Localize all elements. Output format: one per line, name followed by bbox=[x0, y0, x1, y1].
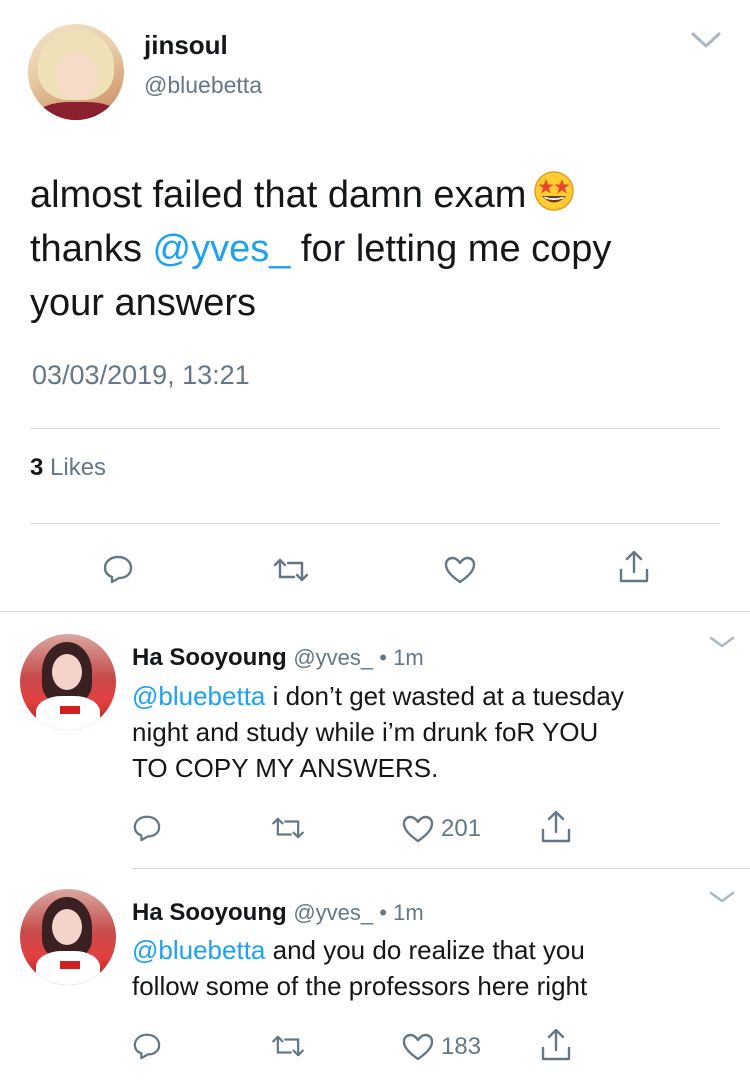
relative-time: 1m bbox=[393, 900, 424, 925]
chevron-down-icon[interactable] bbox=[690, 30, 722, 50]
reply-tweet[interactable]: Ha Sooyoung @yves_ • 1m @bluebetta i don… bbox=[0, 612, 750, 869]
timestamp: 03/03/2019, 13:21 bbox=[32, 360, 250, 390]
reply-header: Ha Sooyoung @yves_ • 1m bbox=[132, 644, 424, 672]
retweet-icon[interactable] bbox=[270, 1034, 306, 1058]
star-struck-emoji-icon bbox=[534, 171, 575, 211]
reply-header: Ha Sooyoung @yves_ • 1m bbox=[132, 899, 424, 927]
reply-icon[interactable] bbox=[132, 1032, 162, 1060]
mention-link[interactable]: @bluebetta bbox=[132, 935, 265, 965]
display-name[interactable]: jinsoul bbox=[144, 30, 228, 61]
divider bbox=[30, 428, 720, 429]
tweet-text-line: almost failed that damn exam bbox=[30, 174, 527, 216]
tweet-text-line: thanks bbox=[30, 228, 153, 270]
tweet-text-line: your answers bbox=[30, 282, 256, 324]
like-icon[interactable] bbox=[402, 814, 434, 844]
reply-text-line: night and study while i’m drunk foR YOU bbox=[132, 717, 599, 747]
avatar[interactable] bbox=[20, 634, 116, 730]
chevron-down-icon[interactable] bbox=[708, 889, 736, 905]
reply-text-line: follow some of the professors here right bbox=[132, 971, 588, 1001]
reply-icon[interactable] bbox=[132, 814, 162, 842]
separator: • bbox=[373, 645, 394, 670]
separator: • bbox=[373, 900, 394, 925]
share-icon[interactable] bbox=[540, 810, 572, 844]
user-handle[interactable]: @yves_ bbox=[293, 645, 373, 670]
reply-text-line: and you do realize that you bbox=[265, 935, 585, 965]
user-handle[interactable]: @yves_ bbox=[293, 900, 373, 925]
reply-text: @bluebetta i don’t get wasted at a tuesd… bbox=[132, 678, 732, 786]
avatar[interactable] bbox=[20, 889, 116, 985]
like-count: 183 bbox=[441, 1033, 482, 1060]
avatar[interactable] bbox=[28, 24, 124, 120]
share-icon[interactable] bbox=[540, 1028, 572, 1062]
reply-tweet[interactable]: Ha Sooyoung @yves_ • 1m @bluebetta and y… bbox=[0, 869, 750, 1089]
tweet-text: almost failed that damn exam thanks @yve… bbox=[30, 168, 710, 330]
likes-label: Likes bbox=[43, 454, 107, 481]
retweet-icon[interactable] bbox=[272, 557, 310, 583]
reply-text-line: i don’t get wasted at a tuesday bbox=[265, 681, 624, 711]
mention-link[interactable]: @yves_ bbox=[153, 228, 291, 270]
tweet-text-line: for letting me copy bbox=[290, 228, 612, 270]
display-name[interactable]: Ha Sooyoung bbox=[132, 899, 287, 926]
share-icon[interactable] bbox=[618, 550, 650, 584]
retweet-icon[interactable] bbox=[270, 816, 306, 840]
likes-count: 3 bbox=[30, 454, 44, 481]
user-handle[interactable]: @bluebetta bbox=[144, 72, 262, 99]
like-icon[interactable] bbox=[402, 1032, 434, 1062]
like-count: 201 bbox=[441, 815, 482, 842]
reply-icon[interactable] bbox=[102, 554, 134, 584]
reply-text-line: TO COPY MY ANSWERS. bbox=[132, 753, 439, 783]
reply-text: @bluebetta and you do realize that you f… bbox=[132, 932, 732, 1004]
likes-summary[interactable]: 3 Likes bbox=[30, 454, 106, 482]
like-icon[interactable] bbox=[444, 555, 476, 585]
chevron-down-icon[interactable] bbox=[708, 634, 736, 650]
main-tweet: jinsoul @bluebetta almost failed that da… bbox=[0, 0, 750, 612]
mention-link[interactable]: @bluebetta bbox=[132, 681, 265, 711]
display-name[interactable]: Ha Sooyoung bbox=[132, 644, 287, 671]
divider bbox=[30, 523, 720, 524]
relative-time: 1m bbox=[393, 645, 424, 670]
